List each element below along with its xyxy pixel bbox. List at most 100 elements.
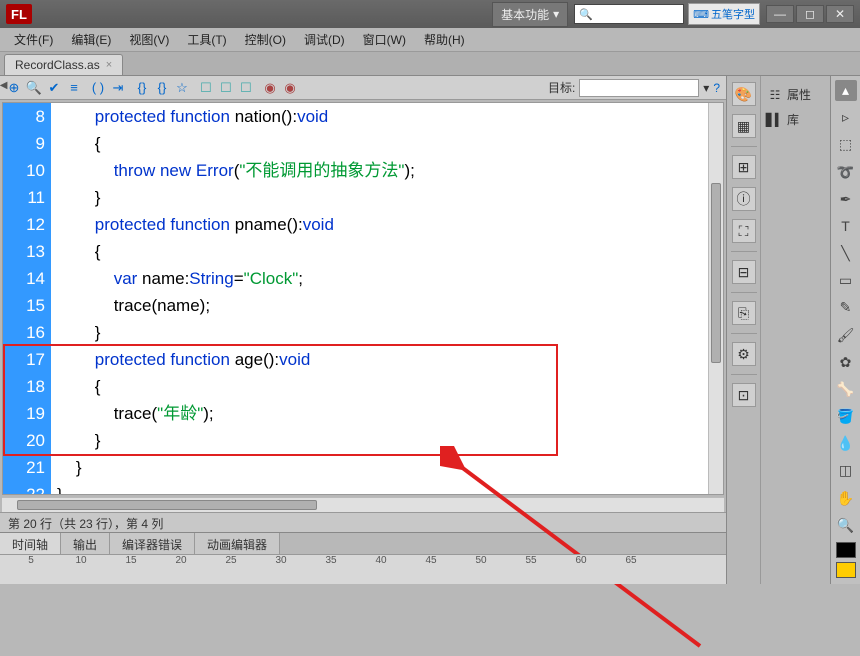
zoom-tool-icon[interactable]: 🔍: [835, 515, 857, 536]
brace-icon[interactable]: ( ): [90, 80, 106, 96]
separator: [731, 146, 757, 147]
brush-tool-icon[interactable]: 🖌: [835, 325, 857, 346]
lasso-tool-icon[interactable]: ➰: [835, 162, 857, 183]
menu-bar: 文件(F) 编辑(E) 视图(V) 工具(T) 控制(O) 调试(D) 窗口(W…: [0, 28, 860, 52]
tools-panel: ▴ ▹ ⬚ ➰ ✒ T ╲ ▭ ✎ 🖌 ✿ 🦴 🪣 💧 ◫ ✋ 🔍: [830, 76, 860, 584]
separator: [731, 292, 757, 293]
free-transform-icon[interactable]: ⬚: [835, 134, 857, 155]
paint-bucket-icon[interactable]: 🪣: [835, 406, 857, 427]
document-tab-bar: RecordClass.as ×: [0, 52, 860, 76]
ime-icon: ⌨: [693, 8, 709, 21]
menu-tools[interactable]: 工具(T): [179, 28, 234, 51]
menu-edit[interactable]: 编辑(E): [63, 28, 119, 51]
indent-icon[interactable]: ⇥: [110, 80, 126, 96]
menu-control[interactable]: 控制(O): [237, 28, 294, 51]
title-bar: FL 基本功能▾ 🔍 ⌨ 五笔字型 — ◻ ✕: [0, 0, 860, 28]
align-icon[interactable]: ⊞: [732, 155, 756, 179]
minimize-button[interactable]: —: [766, 5, 794, 23]
add-icon[interactable]: ⊕: [6, 80, 22, 96]
pencil-tool-icon[interactable]: ✎: [835, 297, 857, 318]
subselection-tool-icon[interactable]: ▹: [835, 107, 857, 128]
document-tab-label: RecordClass.as: [15, 58, 100, 72]
pen-tool-icon[interactable]: ✒: [835, 189, 857, 210]
menu-window[interactable]: 窗口(W): [355, 28, 414, 51]
color-palette-icon[interactable]: 🎨: [732, 82, 756, 106]
separator: [731, 374, 757, 375]
target-chevron-icon[interactable]: ▾: [703, 81, 709, 95]
bookmark1-icon[interactable]: ☐: [198, 80, 214, 96]
debug-icon[interactable]: ◉: [262, 80, 278, 96]
deco-tool-icon[interactable]: ✿: [835, 352, 857, 373]
bookmark3-icon[interactable]: ☐: [238, 80, 254, 96]
vertical-scrollbar[interactable]: [708, 103, 723, 494]
menu-help[interactable]: 帮助(H): [416, 28, 473, 51]
panel-collapse-icon[interactable]: ◀◀: [0, 80, 7, 91]
bone-tool-icon[interactable]: 🦴: [835, 379, 857, 400]
history-icon[interactable]: ⊡: [732, 383, 756, 407]
properties-icon: ☷: [767, 87, 783, 103]
fill-color-swatch[interactable]: [836, 562, 856, 578]
tab-errors[interactable]: 编译器错误: [110, 533, 195, 554]
eraser-tool-icon[interactable]: ◫: [835, 460, 857, 481]
scrollbar-thumb[interactable]: [17, 500, 317, 510]
comment-icon[interactable]: ☆: [174, 80, 190, 96]
line-gutter: 8910111213141516171819202122: [3, 103, 51, 494]
properties-panel-button[interactable]: ☷属性: [761, 82, 830, 107]
text-tool-icon[interactable]: T: [835, 216, 857, 237]
menu-file[interactable]: 文件(F): [6, 28, 61, 51]
bookmark2-icon[interactable]: ☐: [218, 80, 234, 96]
expand-icon[interactable]: {}: [154, 80, 170, 96]
search-icon: 🔍: [579, 8, 593, 21]
line-tool-icon[interactable]: ╲: [835, 243, 857, 264]
timeline-ruler[interactable]: 5 10 15 20 25 30 35 40 45 50 55 60 65: [0, 554, 726, 584]
fill-stroke-swatches: [836, 542, 856, 578]
menu-debug[interactable]: 调试(D): [296, 28, 353, 51]
scrollbar-thumb[interactable]: [711, 183, 721, 363]
side-panels: ◀◀ 🎨 ▦ ⊞ ⓘ ⛶ ⊟ ⎘ ⚙ ⊡ ☷属性 ▋▍库: [726, 76, 830, 584]
check-icon[interactable]: ✔: [46, 80, 62, 96]
info-icon[interactable]: ⓘ: [732, 187, 756, 211]
transform-icon[interactable]: ⛶: [732, 219, 756, 243]
status-bar: 第 20 行（共 23 行），第 4 列: [0, 512, 726, 532]
selection-tool-icon[interactable]: ▴: [835, 80, 857, 101]
target-dropdown[interactable]: [579, 79, 699, 97]
tab-output[interactable]: 输出: [61, 533, 110, 554]
swatches-icon[interactable]: ▦: [732, 114, 756, 138]
format-icon[interactable]: ≡: [66, 80, 82, 96]
target-label: 目标:: [548, 79, 575, 96]
code-editor[interactable]: 8910111213141516171819202122 protected f…: [2, 102, 724, 495]
debug2-icon[interactable]: ◉: [282, 80, 298, 96]
library-panel-button[interactable]: ▋▍库: [761, 107, 830, 132]
bottom-panel-tabs: 时间轴 输出 编译器错误 动画编辑器: [0, 532, 726, 554]
components-icon[interactable]: ⚙: [732, 342, 756, 366]
hand-tool-icon[interactable]: ✋: [835, 488, 857, 509]
tab-animation-editor[interactable]: 动画编辑器: [195, 533, 280, 554]
document-tab[interactable]: RecordClass.as ×: [4, 54, 123, 75]
collapse-icon[interactable]: {}: [134, 80, 150, 96]
panel-label-column: ☷属性 ▋▍库: [761, 76, 830, 584]
panel-icon-column: 🎨 ▦ ⊞ ⓘ ⛶ ⊟ ⎘ ⚙ ⊡: [727, 76, 761, 584]
editor-pane: ⊕ 🔍 ✔ ≡ ( ) ⇥ {} {} ☆ ☐ ☐ ☐ ◉ ◉: [0, 76, 726, 584]
separator: [731, 251, 757, 252]
app-logo: FL: [6, 4, 32, 24]
behaviors-icon[interactable]: ⎘: [732, 301, 756, 325]
tab-close-icon[interactable]: ×: [106, 59, 112, 71]
tab-timeline[interactable]: 时间轴: [0, 533, 61, 554]
separator: [731, 333, 757, 334]
library-icon[interactable]: ⊟: [732, 260, 756, 284]
code-content[interactable]: protected function nation():void { throw…: [51, 103, 723, 494]
library-small-icon: ▋▍: [767, 112, 783, 128]
menu-view[interactable]: 视图(V): [121, 28, 177, 51]
workspace-dropdown[interactable]: 基本功能▾: [492, 2, 568, 27]
restore-button[interactable]: ◻: [796, 5, 824, 23]
close-button[interactable]: ✕: [826, 5, 854, 23]
eyedropper-icon[interactable]: 💧: [835, 433, 857, 454]
horizontal-scrollbar[interactable]: [2, 497, 724, 512]
ime-indicator[interactable]: ⌨ 五笔字型: [688, 3, 760, 25]
rectangle-tool-icon[interactable]: ▭: [835, 270, 857, 291]
find-icon[interactable]: 🔍: [26, 80, 42, 96]
stroke-color-swatch[interactable]: [836, 542, 856, 558]
search-box[interactable]: 🔍: [574, 4, 684, 24]
editor-toolbar: ⊕ 🔍 ✔ ≡ ( ) ⇥ {} {} ☆ ☐ ☐ ☐ ◉ ◉: [0, 76, 726, 100]
help-icon[interactable]: ?: [713, 81, 720, 95]
